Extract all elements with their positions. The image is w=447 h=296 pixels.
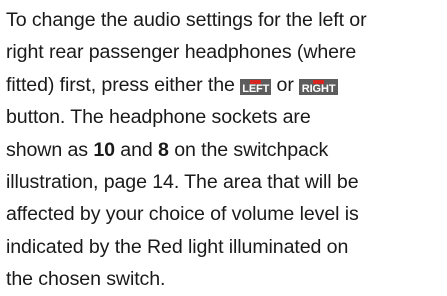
left-button-label: LEFT xyxy=(242,82,270,95)
socket-number-8: 8 xyxy=(158,138,169,161)
text-segment: shown as xyxy=(6,138,94,161)
right-button-icon: RIGHT xyxy=(299,78,339,95)
text-segment: and xyxy=(114,138,159,161)
text-segment: fitted) first, press either the xyxy=(6,73,241,96)
text-line-7: affected by your choice of volume level … xyxy=(6,203,359,226)
text-line-9: the chosen switch. xyxy=(6,268,166,291)
socket-number-10: 10 xyxy=(93,138,115,161)
text-line-8: indicated by the Red light illuminated o… xyxy=(6,235,349,258)
left-button-icon: LEFT xyxy=(240,78,272,95)
text-line-5: shown as 10 and 8 on the switchpack xyxy=(6,134,446,166)
text-line-1: To change the audio settings for the lef… xyxy=(6,9,367,31)
text-line-3: fitted) first, press either the LEFT or … xyxy=(6,69,446,101)
text-line-6: illustration, page 14. The area that wil… xyxy=(6,170,359,193)
text-segment: or xyxy=(271,73,300,96)
text-line-2: right rear passenger headphones (where xyxy=(6,41,357,64)
right-button-label: RIGHT xyxy=(301,82,336,95)
text-line-4: button. The headphone sockets are xyxy=(6,106,311,129)
instruction-paragraph: To change the audio settings for the lef… xyxy=(6,4,446,296)
text-segment: on the switchpack xyxy=(168,138,329,161)
